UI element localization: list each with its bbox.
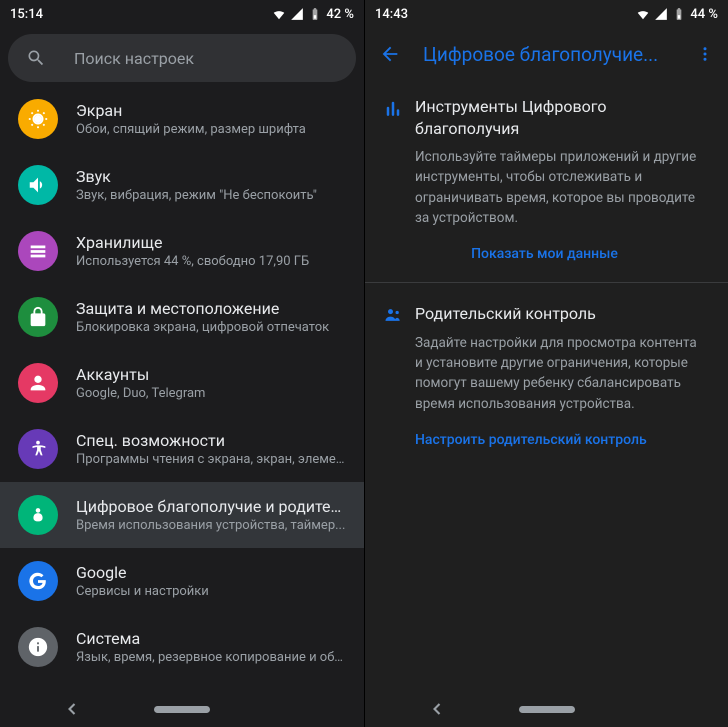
nav-bar [0,691,364,727]
settings-list[interactable]: Экран Обои, спящий режим, размер шрифта … [0,86,364,691]
setting-title: Экран [76,101,346,120]
setting-title: Аккаунты [76,365,346,384]
divider [365,282,728,283]
settings-item-sound[interactable]: Звук Звук, вибрация, режим "Не беспокоит… [0,152,364,218]
status-bar: 15:14 42 % [0,0,364,28]
nav-bar [365,691,728,727]
info-icon [18,627,58,667]
status-time: 15:14 [10,7,43,22]
settings-item-system[interactable]: Система Язык, время, резервное копирован… [0,614,364,680]
home-pill[interactable] [154,706,210,713]
setting-title: Система [76,629,346,648]
setting-title: Хранилище [76,233,346,252]
search-placeholder: Поиск настроек [74,49,194,68]
settings-item-accounts[interactable]: Аккаунты Google, Duo, Telegram [0,350,364,416]
settings-item-wellbeing[interactable]: Цифровое благополучие и родительский.. В… [0,482,364,548]
battery-percent: 44 % [690,7,718,22]
signal-icon [290,7,304,21]
setting-title: Спец. возможности [76,431,346,450]
section-title: Родительский контроль [415,303,706,325]
wellbeing-icon [18,495,58,535]
settings-item-accessibility[interactable]: Спец. возможности Программы чтения с экр… [0,416,364,482]
wifi-icon [272,7,286,21]
more-icon[interactable] [696,45,714,63]
settings-screen: 15:14 42 % Поиск настроек Экран Обои, сп… [0,0,364,727]
settings-item-google[interactable]: Google Сервисы и настройки [0,548,364,614]
app-bar: Цифровое благополучие... [365,28,728,80]
section-description: Используйте таймеры приложений и другие … [415,147,706,228]
setting-title: Звук [76,167,346,186]
setting-subtitle: Звук, вибрация, режим "Не беспокоить" [76,188,346,203]
status-right: 42 % [272,7,354,22]
display-icon [18,99,58,139]
setting-subtitle: Время использования устройства, таймер..… [76,518,346,533]
signal-icon [654,7,668,21]
setting-subtitle: Сервисы и настройки [76,584,346,599]
setup-parental-link[interactable]: Настроить родительский контроль [415,432,706,448]
search-icon [26,48,46,68]
setting-subtitle: Программы чтения с экрана, экран, элемен… [76,452,346,467]
section-wellbeing-tools: Инструменты Цифрового благополучия Испол… [365,80,728,278]
status-time: 14:43 [375,7,408,22]
page-title: Цифровое благополучие... [423,43,674,66]
back-nav-icon[interactable] [62,699,82,719]
setting-subtitle: Блокировка экрана, цифровой отпечаток [76,320,346,335]
family-icon [383,303,415,448]
search-bar[interactable]: Поиск настроек [8,34,356,82]
section-title: Инструменты Цифрового благополучия [415,96,706,139]
accessibility-icon [18,429,58,469]
battery-percent: 42 % [326,7,354,22]
back-nav-icon[interactable] [427,699,447,719]
battery-icon [672,7,686,21]
account-icon [18,363,58,403]
home-pill[interactable] [519,706,575,713]
bars-icon [383,96,415,262]
section-description: Задайте настройки для просмотра контента… [415,333,706,414]
status-bar: 14:43 44 % [365,0,728,28]
show-data-link[interactable]: Показать мои данные [383,246,706,262]
lock-icon [18,297,58,337]
settings-item-display[interactable]: Экран Обои, спящий режим, размер шрифта [0,86,364,152]
setting-title: Google [76,563,346,582]
sound-icon [18,165,58,205]
setting-subtitle: Обои, спящий режим, размер шрифта [76,122,346,137]
battery-icon [308,7,322,21]
settings-item-security[interactable]: Защита и местоположение Блокировка экран… [0,284,364,350]
setting-title: Цифровое благополучие и родительский.. [76,497,346,516]
setting-subtitle: Google, Duo, Telegram [76,386,346,401]
section-parental-control: Родительский контроль Задайте настройки … [365,287,728,464]
google-icon [18,561,58,601]
wifi-icon [636,7,650,21]
setting-subtitle: Язык, время, резервное копирование и обн… [76,650,346,665]
status-right: 44 % [636,7,718,22]
back-icon[interactable] [379,43,401,65]
setting-subtitle: Используется 44 %, свободно 17,90 ГБ [76,254,346,269]
setting-title: Защита и местоположение [76,299,346,318]
wellbeing-screen: 14:43 44 % Цифровое благополучие... Инст… [364,0,728,727]
settings-item-storage[interactable]: Хранилище Используется 44 %, свободно 17… [0,218,364,284]
storage-icon [18,231,58,271]
